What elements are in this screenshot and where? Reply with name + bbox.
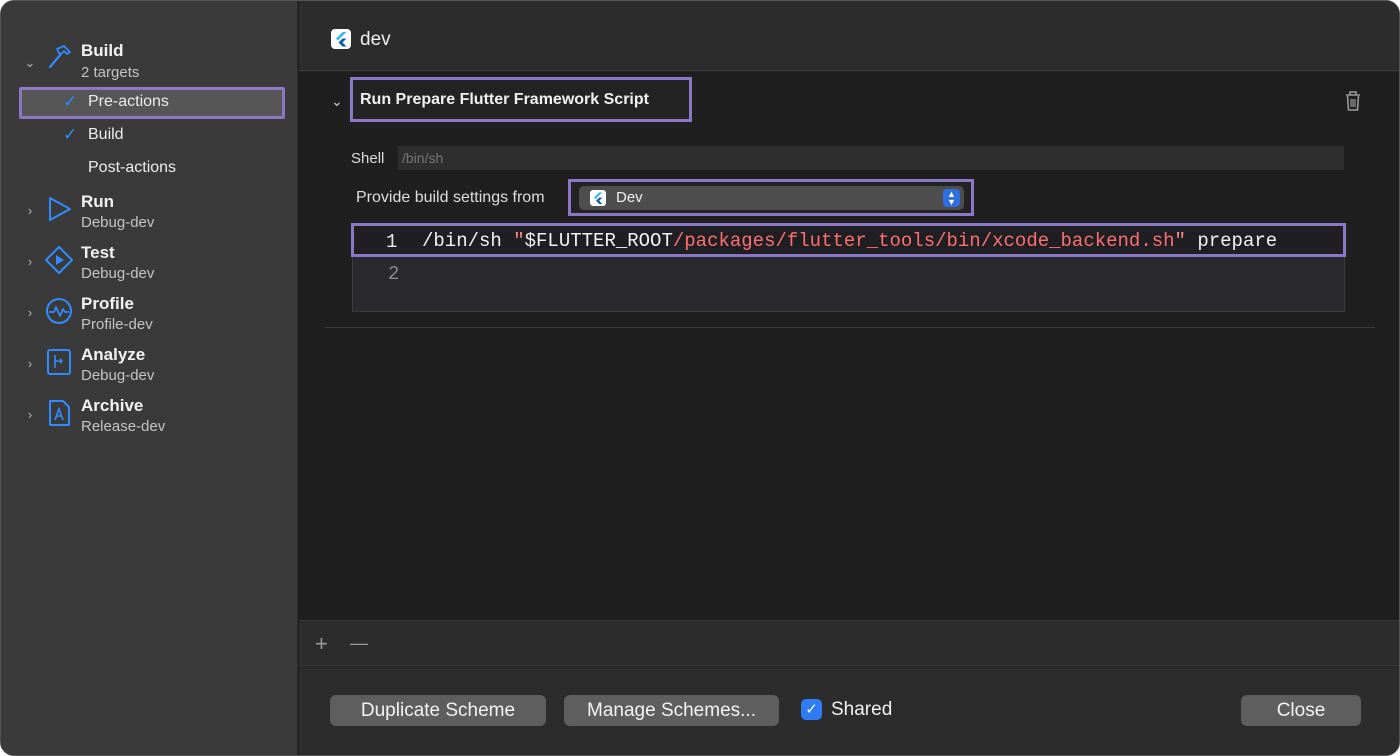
sidebar-group-name: Analyze [81, 345, 146, 364]
action-title[interactable]: Run Prepare Flutter Framework Script [360, 91, 649, 109]
remove-action-button[interactable]: — [350, 633, 368, 654]
sidebar-group-build[interactable]: ⌄ Build 2 targets [1, 39, 298, 89]
shared-label: Shared [831, 699, 893, 720]
chevron-right-icon[interactable]: › [23, 204, 37, 218]
chevron-right-icon[interactable]: › [23, 408, 37, 422]
profile-gauge-icon [46, 298, 72, 324]
sidebar-group-test[interactable]: › Test Debug-dev [1, 241, 298, 287]
sidebar-group-archive[interactable]: › Archive Release-dev [1, 394, 298, 440]
script-editor[interactable]: 1 /bin/sh "$FLUTTER_ROOT/packages/flutte… [351, 223, 1346, 312]
sidebar-item-label: Pre-actions [88, 93, 169, 110]
sidebar-group-subtitle: 2 targets [81, 64, 140, 81]
hammer-icon [48, 45, 71, 69]
scheme-main-panel: dev ⌄ Run Prepare Flutter Framework Scri… [299, 1, 1399, 755]
scheme-sidebar: ⌄ Build 2 targets ✓ Pre-actions ✓ Build … [1, 1, 298, 755]
sidebar-group-subtitle: Debug-dev [81, 367, 155, 384]
stepper-arrows-icon: ▲ ▼ [943, 189, 960, 207]
sidebar-group-name: Archive [81, 396, 144, 415]
archive-icon [49, 400, 70, 426]
build-settings-dropdown[interactable]: Dev ▲ ▼ [579, 186, 964, 210]
sidebar-group-subtitle: Debug-dev [81, 214, 155, 231]
sidebar-group-name: Build [81, 41, 124, 60]
checkmark-icon: ✓ [63, 125, 78, 144]
close-button[interactable]: Close [1241, 695, 1361, 726]
chevron-right-icon[interactable]: › [23, 357, 37, 371]
sidebar-item-pre-actions[interactable]: ✓ Pre-actions [19, 87, 285, 119]
code-text[interactable]: /bin/sh "$FLUTTER_ROOT/packages/flutter_… [422, 230, 1277, 252]
shell-input[interactable] [398, 146, 1344, 170]
test-diamond-icon [45, 246, 73, 274]
sidebar-group-name: Run [81, 192, 115, 211]
shell-label: Shell [351, 150, 385, 167]
sidebar-item-build[interactable]: ✓ Build [19, 120, 285, 152]
sidebar-group-profile[interactable]: › Profile Profile-dev [1, 292, 298, 338]
flutter-icon [331, 29, 351, 49]
chevron-down-icon[interactable]: ⌄ [331, 93, 343, 110]
manage-schemes-button[interactable]: Manage Schemes... [564, 695, 779, 726]
chevron-right-icon[interactable]: › [23, 255, 37, 269]
sidebar-item-label: Build [88, 126, 124, 143]
analyze-icon [47, 349, 71, 375]
shared-checkbox[interactable]: ✓ [801, 699, 822, 720]
pre-actions-content: ⌄ Run Prepare Flutter Framework Script S… [299, 72, 1399, 620]
scheme-title: dev [360, 29, 391, 50]
code-line-highlight: 1 /bin/sh "$FLUTTER_ROOT/packages/flutte… [351, 223, 1346, 257]
provide-build-settings-highlight: Dev ▲ ▼ [568, 179, 974, 216]
duplicate-scheme-button[interactable]: Duplicate Scheme [330, 695, 546, 726]
divider [325, 327, 1375, 328]
sidebar-group-name: Profile [81, 294, 134, 313]
chevron-right-icon[interactable]: › [23, 306, 37, 320]
sidebar-group-run[interactable]: › Run Debug-dev [1, 190, 298, 236]
sidebar-item-label: Post-actions [88, 159, 177, 176]
chevron-down-icon[interactable]: ⌄ [23, 56, 37, 70]
action-title-highlight: Run Prepare Flutter Framework Script [350, 77, 692, 122]
line-number: 1 [386, 231, 398, 253]
sidebar-group-subtitle: Profile-dev [81, 316, 153, 333]
provide-build-settings-label: Provide build settings from [356, 189, 545, 206]
trash-icon[interactable] [1343, 90, 1363, 112]
sidebar-group-name: Test [81, 243, 115, 262]
scheme-editor-window: ⌄ Build 2 targets ✓ Pre-actions ✓ Build … [0, 0, 1400, 756]
flutter-icon [590, 190, 606, 206]
sidebar-group-subtitle: Release-dev [81, 418, 166, 435]
play-icon [49, 197, 71, 221]
scheme-title-bar: dev [299, 1, 1399, 71]
code-line[interactable]: 2 [353, 258, 1346, 290]
sidebar-group-analyze[interactable]: › Analyze Debug-dev [1, 343, 298, 389]
add-remove-bar: + — [299, 620, 1399, 666]
dropdown-value: Dev [616, 189, 643, 206]
dialog-footer: Duplicate Scheme Manage Schemes... ✓ Sha… [299, 667, 1399, 755]
sidebar-group-subtitle: Debug-dev [81, 265, 155, 282]
line-number: 2 [388, 263, 400, 285]
checkmark-icon: ✓ [63, 92, 78, 111]
sidebar-item-post-actions[interactable]: Post-actions [19, 153, 285, 185]
add-action-button[interactable]: + [315, 631, 328, 657]
